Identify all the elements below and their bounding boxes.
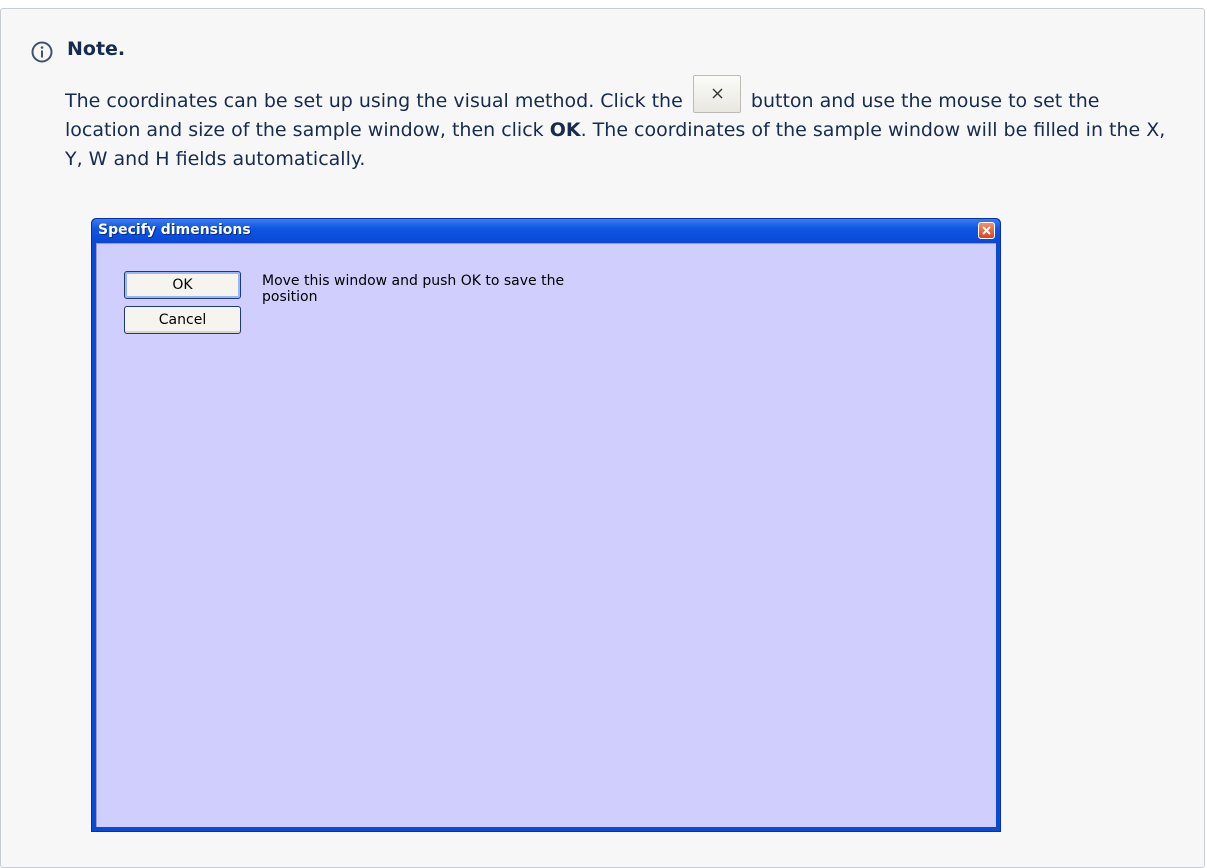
close-button[interactable] bbox=[978, 222, 995, 239]
window-title: Specify dimensions bbox=[98, 222, 251, 238]
close-icon bbox=[982, 226, 991, 235]
note-body: The coordinates can be set up using the … bbox=[65, 75, 1175, 174]
visual-method-button bbox=[692, 75, 741, 113]
ok-button[interactable]: OK bbox=[124, 271, 241, 299]
x-mark-icon bbox=[712, 88, 723, 99]
info-icon bbox=[31, 41, 53, 63]
note-text-1: The coordinates can be set up using the … bbox=[65, 90, 683, 112]
cancel-button[interactable]: Cancel bbox=[124, 306, 241, 334]
window-titlebar[interactable]: Specify dimensions bbox=[92, 219, 1000, 243]
note-title: Note. bbox=[67, 38, 126, 60]
window-client-area: OK Cancel Move this window and push OK t… bbox=[96, 243, 996, 827]
specify-dimensions-window[interactable]: Specify dimensions OK Cancel Move this w… bbox=[91, 218, 1001, 832]
note-panel: Note. The coordinates can be set up usin… bbox=[0, 8, 1205, 868]
note-ok-emphasis: OK bbox=[549, 119, 581, 141]
window-message: Move this window and push OK to save the… bbox=[262, 273, 565, 305]
